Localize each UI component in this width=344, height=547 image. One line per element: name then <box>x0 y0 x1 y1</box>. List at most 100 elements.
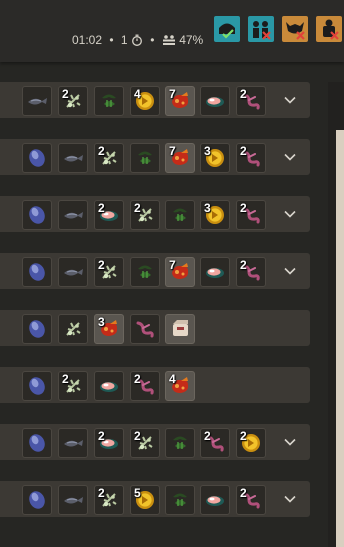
raid-icon <box>323 19 339 40</box>
separator-dot: • <box>150 33 155 47</box>
item-slot[interactable]: 2 <box>58 86 88 116</box>
item-count: 2 <box>98 201 105 215</box>
item-slot[interactable]: 7 <box>165 257 195 287</box>
item-slot[interactable]: 2 <box>200 428 230 458</box>
item-slot[interactable] <box>22 200 52 230</box>
item-slot[interactable] <box>94 371 124 401</box>
filter-people-crossed[interactable] <box>248 16 274 42</box>
chevron-down-icon[interactable] <box>282 92 298 108</box>
loadout-row[interactable]: 2 2 3 2 <box>0 196 310 232</box>
timer-icon <box>131 34 143 49</box>
bag-icon <box>219 23 235 39</box>
item-slot[interactable] <box>58 314 88 344</box>
loadout-row[interactable]: 3 <box>0 310 310 346</box>
chevron-down-icon[interactable] <box>282 149 298 165</box>
loadout-row[interactable]: 2 4 7 2 <box>0 82 310 118</box>
item-slot[interactable] <box>22 485 52 515</box>
item-slot[interactable] <box>58 143 88 173</box>
item-count: 5 <box>134 486 141 500</box>
item-slot[interactable] <box>165 485 195 515</box>
item-slot[interactable] <box>200 257 230 287</box>
item-slot[interactable]: 2 <box>130 200 160 230</box>
item-count: 2 <box>240 486 247 500</box>
loadout-row[interactable]: 2 7 3 2 <box>0 139 310 175</box>
item-slot[interactable] <box>22 428 52 458</box>
item-count: 3 <box>204 144 211 158</box>
item-count: 2 <box>98 429 105 443</box>
item-slot[interactable]: 2 <box>94 257 124 287</box>
top-status-bar: 01:02 • 1 • 47% <box>0 0 344 62</box>
item-slot[interactable] <box>130 143 160 173</box>
item-count: 7 <box>169 87 176 101</box>
item-count: 3 <box>98 315 105 329</box>
item-slot[interactable]: 3 <box>94 314 124 344</box>
item-slot[interactable]: 2 <box>236 428 266 458</box>
timer-count: 1 <box>120 33 128 47</box>
item-count: 2 <box>134 201 141 215</box>
item-slot[interactable] <box>165 200 195 230</box>
scrollbar-thumb[interactable] <box>336 130 344 547</box>
status-line: 01:02 • 1 • 47% <box>72 33 203 49</box>
item-slot[interactable]: 4 <box>130 86 160 116</box>
people-icon <box>253 21 271 40</box>
item-slot[interactable]: 2 <box>236 143 266 173</box>
item-count: 2 <box>98 144 105 158</box>
item-slot[interactable]: 2 <box>236 200 266 230</box>
filter-raid-crossed[interactable] <box>316 16 342 42</box>
item-count: 4 <box>134 87 141 101</box>
item-slot[interactable]: 2 <box>236 485 266 515</box>
item-slot[interactable] <box>22 143 52 173</box>
item-slot[interactable] <box>22 257 52 287</box>
players-percent: 47% <box>179 33 204 47</box>
item-slot[interactable]: 2 <box>58 371 88 401</box>
chevron-down-icon[interactable] <box>282 491 298 507</box>
item-slot[interactable] <box>130 314 160 344</box>
loadout-row[interactable]: 2 7 2 <box>0 253 310 289</box>
item-slot[interactable]: 3 <box>200 200 230 230</box>
item-count: 2 <box>62 87 69 101</box>
item-slot[interactable] <box>22 86 52 116</box>
chevron-down-icon[interactable] <box>282 206 298 222</box>
item-slot[interactable] <box>58 485 88 515</box>
item-slot[interactable] <box>94 86 124 116</box>
item-slot[interactable]: 2 <box>94 485 124 515</box>
filter-bag-checked[interactable] <box>214 16 240 42</box>
item-slot[interactable]: 2 <box>94 200 124 230</box>
loadout-row[interactable]: 2 5 2 <box>0 481 310 517</box>
separator-dot: • <box>109 33 114 47</box>
item-count: 2 <box>134 429 141 443</box>
item-count: 7 <box>169 144 176 158</box>
item-count: 2 <box>240 429 247 443</box>
loadout-row[interactable]: 2 2 4 <box>0 367 310 403</box>
item-slot[interactable]: 4 <box>165 371 195 401</box>
item-slot[interactable]: 2 <box>130 371 160 401</box>
item-count: 2 <box>98 258 105 272</box>
item-slot[interactable] <box>58 200 88 230</box>
item-slot[interactable] <box>22 371 52 401</box>
boss-icon <box>286 22 305 40</box>
item-slot[interactable] <box>165 428 195 458</box>
chevron-down-icon[interactable] <box>282 434 298 450</box>
item-slot[interactable] <box>200 86 230 116</box>
item-slot[interactable] <box>58 428 88 458</box>
item-slot[interactable] <box>22 314 52 344</box>
item-count: 2 <box>240 144 247 158</box>
filter-boss-crossed[interactable] <box>282 16 308 42</box>
item-slot[interactable] <box>165 314 195 344</box>
clock-time: 01:02 <box>72 33 103 47</box>
item-slot[interactable] <box>130 257 160 287</box>
item-slot[interactable]: 3 <box>200 143 230 173</box>
item-slot[interactable] <box>58 257 88 287</box>
item-slot[interactable]: 2 <box>94 428 124 458</box>
item-slot[interactable]: 7 <box>165 86 195 116</box>
item-slot[interactable]: 2 <box>236 257 266 287</box>
item-slot[interactable] <box>200 485 230 515</box>
item-count: 2 <box>204 429 211 443</box>
chevron-down-icon[interactable] <box>282 263 298 279</box>
loadout-row[interactable]: 2 2 2 2 <box>0 424 310 460</box>
item-slot[interactable]: 2 <box>94 143 124 173</box>
item-slot[interactable]: 2 <box>130 428 160 458</box>
item-slot[interactable]: 2 <box>236 86 266 116</box>
item-slot[interactable]: 5 <box>130 485 160 515</box>
item-slot[interactable]: 7 <box>165 143 195 173</box>
